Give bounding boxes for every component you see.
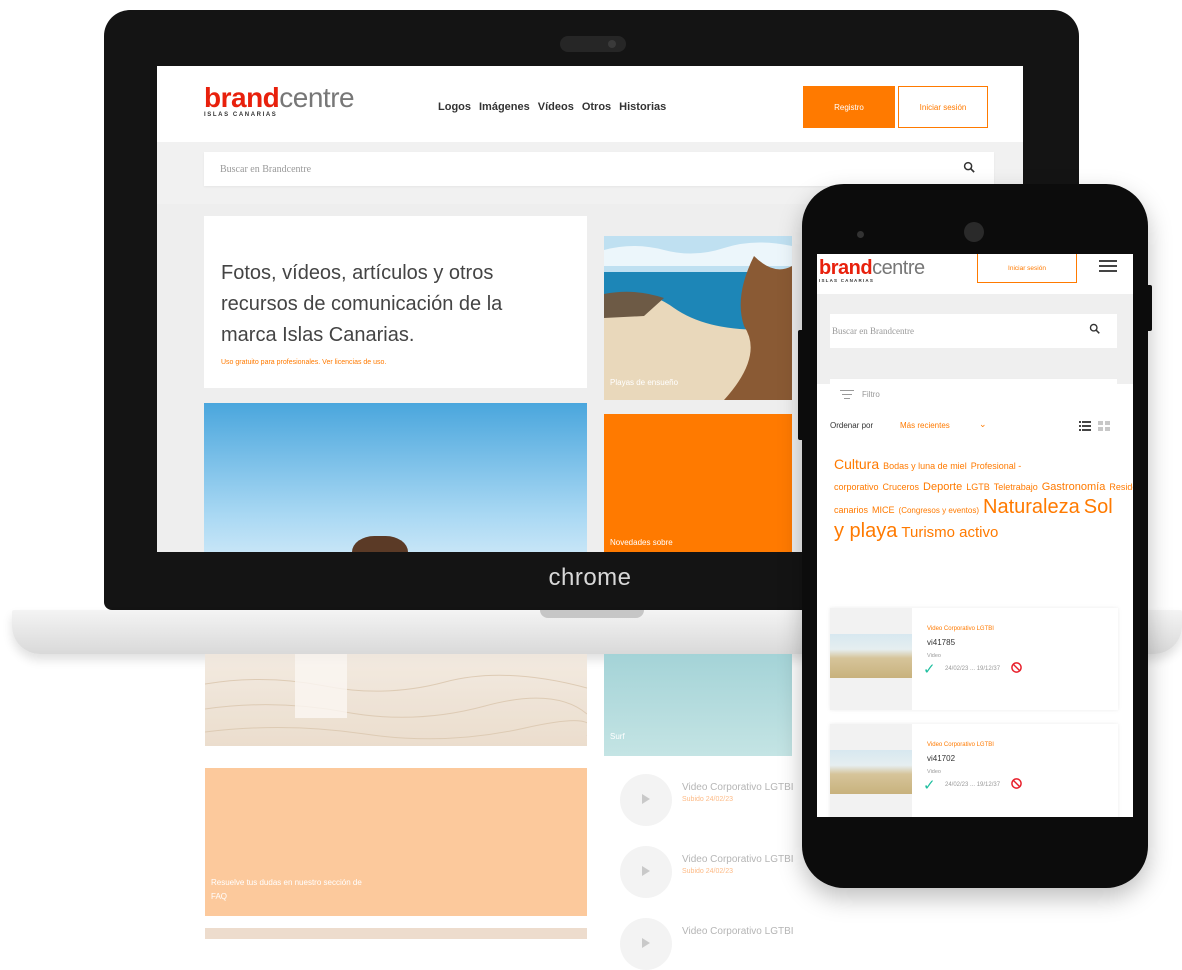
- tile-caption-playas: Playas de ensueño: [610, 378, 679, 387]
- play-icon[interactable]: [620, 918, 672, 970]
- nav-otros[interactable]: Otros: [582, 101, 611, 113]
- logo-subtitle: ISLAS CANARIAS: [819, 278, 875, 283]
- result-dates: 24/02/23 ... 19/12/37: [945, 666, 1001, 672]
- tag-link[interactable]: Cultura: [834, 456, 879, 472]
- search-placeholder: Buscar en Brandcentre: [220, 164, 312, 175]
- tag-link[interactable]: Deporte: [923, 481, 962, 493]
- logo-subtitle: ISLAS CANARIAS: [204, 112, 278, 118]
- tag-link[interactable]: MICE: [872, 505, 895, 515]
- result-card[interactable]: Video Corporativo LGTBI vi41702 Video ✓ …: [830, 724, 1118, 817]
- prohibited-icon: [1011, 778, 1022, 789]
- nav-historias[interactable]: Historias: [619, 101, 666, 113]
- check-icon: ✓: [923, 777, 936, 794]
- tile-novedades[interactable]: Novedades sobre: [604, 414, 792, 552]
- phone-screen: brandcentre ISLAS CANARIAS Iniciar sesió…: [817, 254, 1133, 817]
- login-button[interactable]: Iniciar sesión: [977, 254, 1077, 283]
- result-category[interactable]: Video Corporativo LGTBI: [927, 742, 994, 748]
- register-button[interactable]: Registro: [803, 86, 895, 128]
- hero-image-sky[interactable]: [204, 403, 587, 552]
- result-thumbnail[interactable]: [830, 724, 912, 817]
- brand-logo[interactable]: brandcentre: [204, 82, 355, 113]
- tile-surf[interactable]: Surf: [604, 654, 792, 756]
- video-title: Video Corporativo LGTBI: [682, 782, 794, 793]
- nav-imagenes[interactable]: Imágenes: [479, 101, 530, 113]
- prohibited-icon: [1011, 662, 1022, 673]
- chevron-down-icon[interactable]: ⌄: [979, 419, 987, 430]
- play-icon[interactable]: [620, 846, 672, 898]
- result-thumbnail[interactable]: [830, 608, 912, 710]
- tag-link[interactable]: Naturaleza: [983, 496, 1080, 518]
- nav-logos[interactable]: Logos: [438, 101, 471, 113]
- sort-label: Ordenar por: [830, 421, 874, 430]
- laptop-base-notch: [540, 610, 644, 618]
- check-icon: ✓: [923, 661, 936, 678]
- filter-placeholder: Filtro: [862, 390, 880, 399]
- result-category[interactable]: Video Corporativo LGTBI: [927, 626, 994, 632]
- result-type: Video: [927, 769, 941, 775]
- result-id: vi41702: [927, 754, 956, 763]
- filter-input[interactable]: Filtro: [830, 378, 1117, 409]
- phone-side-button: [798, 330, 804, 440]
- phone-camera: [857, 231, 864, 238]
- logo-strong: brand: [819, 257, 873, 279]
- logo-light: centre: [872, 257, 925, 279]
- logo-light: centre: [279, 82, 355, 113]
- next-image-strip: [205, 928, 587, 939]
- hero-subtitle-link[interactable]: Uso gratuito para profesionales. Ver lic…: [221, 359, 386, 366]
- search-icon[interactable]: [963, 161, 976, 174]
- tag-link[interactable]: Turismo activo: [901, 524, 998, 541]
- tag-link[interactable]: Gastronomía: [1042, 481, 1106, 493]
- tag-link[interactable]: Cruceros: [883, 482, 920, 492]
- video-date: Subido 24/02/23: [682, 796, 733, 803]
- tag-link[interactable]: Bodas y luna de miel: [883, 461, 967, 471]
- tile-caption-surf: Surf: [610, 732, 625, 741]
- tile-caption-novedades: Novedades sobre: [610, 538, 673, 547]
- result-id: vi41785: [927, 638, 956, 647]
- tag-link[interactable]: Teletrabajo: [994, 482, 1038, 492]
- hero-title: Fotos, vídeos, artículos y otros recurso…: [221, 262, 503, 346]
- hamburger-menu-icon[interactable]: [1099, 260, 1117, 272]
- beach-photo: [604, 236, 792, 400]
- video-date: Subido 24/02/23: [682, 868, 733, 875]
- hero-image-sand: [204, 654, 591, 746]
- search-icon[interactable]: [1089, 323, 1101, 335]
- tag-link[interactable]: LGTB: [966, 482, 990, 492]
- result-type: Video: [927, 653, 941, 659]
- nav-videos[interactable]: Vídeos: [538, 101, 574, 113]
- search-placeholder: Buscar en Brandcentre: [832, 326, 914, 336]
- tag-cloud: Cultura Bodas y luna de miel Profesional -…: [834, 454, 1133, 543]
- sand-ripples: [204, 654, 591, 740]
- video-title: Video Corporativo LGTBI: [682, 854, 794, 865]
- play-icon[interactable]: [620, 774, 672, 826]
- phone-side-button: [1146, 285, 1152, 331]
- main-nav: Logos Imágenes Vídeos Otros Historias: [438, 101, 666, 113]
- faq-text: Resuelve tus dudas en nuestro sección de…: [211, 878, 362, 901]
- sort-select[interactable]: Más recientes: [900, 421, 950, 430]
- search-input[interactable]: Buscar en Brandcentre: [204, 152, 994, 186]
- search-input[interactable]: Buscar en Brandcentre: [830, 314, 1117, 348]
- list-view-icon[interactable]: [1079, 421, 1091, 431]
- result-card[interactable]: Video Corporativo LGTBI vi41785 Video ✓ …: [830, 608, 1118, 710]
- laptop-webcam: [560, 36, 626, 52]
- logo-strong: brand: [204, 82, 280, 113]
- webcam-lens: [608, 40, 616, 48]
- video-title: Video Corporativo LGTBI: [682, 926, 794, 937]
- result-dates: 24/02/23 ... 19/12/37: [945, 782, 1001, 788]
- brand-logo[interactable]: brandcentre: [819, 258, 925, 278]
- chrome-logo: chrome: [548, 564, 632, 591]
- login-button[interactable]: Iniciar sesión: [898, 86, 988, 128]
- filter-icon: [840, 390, 854, 402]
- faq-banner[interactable]: Resuelve tus dudas en nuestro sección de…: [205, 768, 587, 916]
- tile-playas[interactable]: Playas de ensueño: [604, 236, 792, 400]
- tag-link[interactable]: (Congresos y eventos): [899, 506, 979, 515]
- grid-view-icon[interactable]: [1098, 421, 1110, 431]
- phone-speaker: [964, 222, 984, 242]
